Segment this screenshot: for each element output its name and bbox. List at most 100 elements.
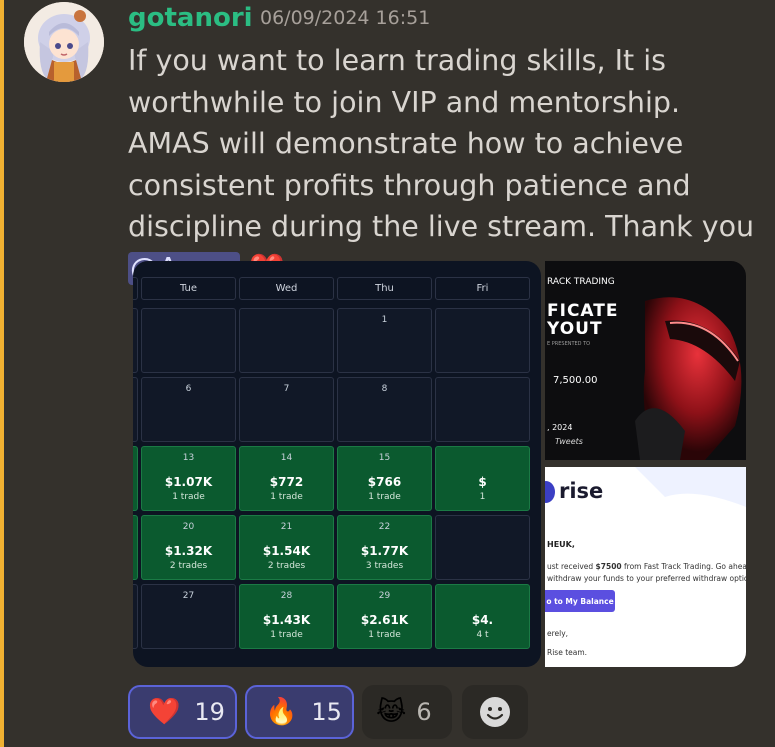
day-number: 21	[280, 522, 293, 532]
day-profit: $2.61K	[360, 613, 409, 627]
go-to-balance-button[interactable]: o to My Balance	[545, 590, 615, 612]
calendar-day-cell[interactable]: 8	[337, 377, 432, 442]
cert-header: RACK TRADING	[547, 277, 615, 287]
cert-date: , 2024	[547, 423, 573, 432]
add-reaction-button[interactable]	[462, 685, 528, 739]
day-number: 28	[280, 591, 293, 601]
calendar-day-cell[interactable]: 20 $1.32K 2 trades	[141, 515, 236, 580]
calendar-day-cell[interactable]	[141, 308, 236, 373]
trade-count: 1 trade	[172, 492, 205, 502]
cert-title-2: YOUT	[547, 319, 603, 339]
calendar-day-cell[interactable]: 29 $2.61K 1 trade	[337, 584, 432, 649]
avatar-character-icon	[24, 2, 104, 82]
day-number: 7	[283, 384, 290, 394]
calendar-day-cell[interactable]: 22 $1.77K 3 trades	[337, 515, 432, 580]
helmet-graphic	[635, 297, 742, 460]
calendar-day-cell[interactable]: $4. 4 t	[435, 584, 530, 649]
calendar-day-cell[interactable]: 28 $1.43K 1 trade	[239, 584, 334, 649]
message-timestamp: 06/09/2024 16:51	[260, 7, 431, 29]
trade-count: 1 trade	[368, 492, 401, 502]
day-number: 5	[133, 384, 137, 394]
day-number: 1	[381, 315, 388, 325]
day-profit: $765	[133, 475, 137, 489]
image-attachment-rise-email[interactable]: rise HEUK, ust received $7500 from Fast …	[545, 467, 746, 667]
heart-icon: ❤️	[148, 697, 181, 727]
reaction-count: 15	[311, 698, 342, 726]
trade-count: 1 trade	[133, 561, 137, 571]
image-attachment-certificate[interactable]: RACK TRADING FICATE YOUT E PRESENTED TO …	[545, 261, 746, 460]
day-profit: $1.54K	[262, 544, 311, 558]
rise-greeting: HEUK,	[547, 540, 575, 549]
smiley-icon	[480, 697, 510, 727]
cert-amount: 7,500.00	[553, 375, 598, 386]
rise-line-2: withdraw your funds to your preferred wi…	[547, 574, 746, 583]
reaction-heart[interactable]: ❤️ 19	[128, 685, 237, 739]
cert-signature: Tweets	[555, 437, 583, 446]
day-profit: $1.43K	[262, 613, 311, 627]
trade-count: 1 trade	[133, 492, 137, 502]
calendar-day-cell[interactable]: 12 $765 1 trade	[133, 446, 138, 511]
avatar[interactable]	[24, 2, 104, 82]
message-text: If you want to learn trading skills, It …	[128, 44, 755, 243]
reaction-fire[interactable]: 🔥 15	[245, 685, 354, 739]
day-header: Thu	[337, 277, 432, 300]
rise-line-1-post: from Fast Track Trading. Go ahead	[621, 562, 746, 571]
calendar-day-cell[interactable]	[435, 308, 530, 373]
calendar-day-cell[interactable]	[133, 308, 138, 373]
trade-count: 1 trade	[270, 492, 303, 502]
calendar-day-cell[interactable]: 15 $766 1 trade	[337, 446, 432, 511]
trade-count: 4 t	[476, 630, 489, 640]
cert-title-1: FICATE	[547, 301, 619, 321]
day-number: 26	[133, 591, 137, 601]
day-number: 15	[378, 453, 391, 463]
trade-count: 2 trades	[267, 561, 306, 571]
day-header: Tue	[141, 277, 236, 300]
day-profit: $1.77K	[360, 544, 409, 558]
reaction-count: 6	[416, 698, 432, 726]
calendar-day-cell[interactable]: 5	[133, 377, 138, 442]
day-profit: $	[478, 475, 487, 489]
day-number: 22	[378, 522, 391, 532]
calendar-day-cell[interactable]: 1	[337, 308, 432, 373]
image-attachment-calendar[interactable]: onTueWedThuFri1567812$7651 trade13$1.07K…	[133, 261, 541, 667]
day-profit: $1.07K	[164, 475, 213, 489]
pikachu-cat-icon: 😹	[376, 697, 407, 727]
day-number: 13	[182, 453, 195, 463]
calendar-day-cell[interactable]	[435, 515, 530, 580]
calendar-day-cell[interactable]: $1	[435, 446, 530, 511]
day-number: 19	[133, 522, 137, 532]
calendar-day-cell[interactable]: 13 $1.07K 1 trade	[141, 446, 236, 511]
day-number: 27	[182, 591, 195, 601]
calendar-day-cell[interactable]	[239, 308, 334, 373]
calendar-day-cell[interactable]: 26	[133, 584, 138, 649]
new-message-indicator	[0, 0, 4, 747]
day-profit: $4.	[471, 613, 494, 627]
calendar-day-cell[interactable]: 21 $1.54K 2 trades	[239, 515, 334, 580]
day-profit: $690	[133, 544, 137, 558]
calendar-day-cell[interactable]	[435, 377, 530, 442]
day-profit: $766	[367, 475, 402, 489]
day-number: 12	[133, 453, 137, 463]
rise-amount: $7500	[595, 562, 622, 571]
rise-brand: rise	[559, 479, 604, 503]
trade-count: 1 trade	[270, 630, 303, 640]
day-number: 29	[378, 591, 391, 601]
trade-count: 1	[479, 492, 486, 502]
day-header: Wed	[239, 277, 334, 300]
rise-line-1-pre: ust received	[547, 562, 596, 571]
calendar-day-cell[interactable]: 27	[141, 584, 236, 649]
calendar-day-cell[interactable]: 14 $772 1 trade	[239, 446, 334, 511]
day-profit: $772	[269, 475, 304, 489]
reaction-count: 19	[194, 698, 225, 726]
trade-count: 2 trades	[169, 561, 208, 571]
day-header: Fri	[435, 277, 530, 300]
calendar-day-cell[interactable]: 6	[141, 377, 236, 442]
rise-line-1: ust received $7500 from Fast Track Tradi…	[547, 562, 746, 571]
day-number: 8	[381, 384, 388, 394]
reaction-cat[interactable]: 😹 6	[362, 685, 452, 739]
calendar-day-cell[interactable]: 7	[239, 377, 334, 442]
calendar-day-cell[interactable]: 19 $690 1 trade	[133, 515, 138, 580]
username[interactable]: gotanori	[128, 3, 253, 33]
trade-count: 3 trades	[365, 561, 404, 571]
fire-icon: 🔥	[265, 697, 298, 727]
